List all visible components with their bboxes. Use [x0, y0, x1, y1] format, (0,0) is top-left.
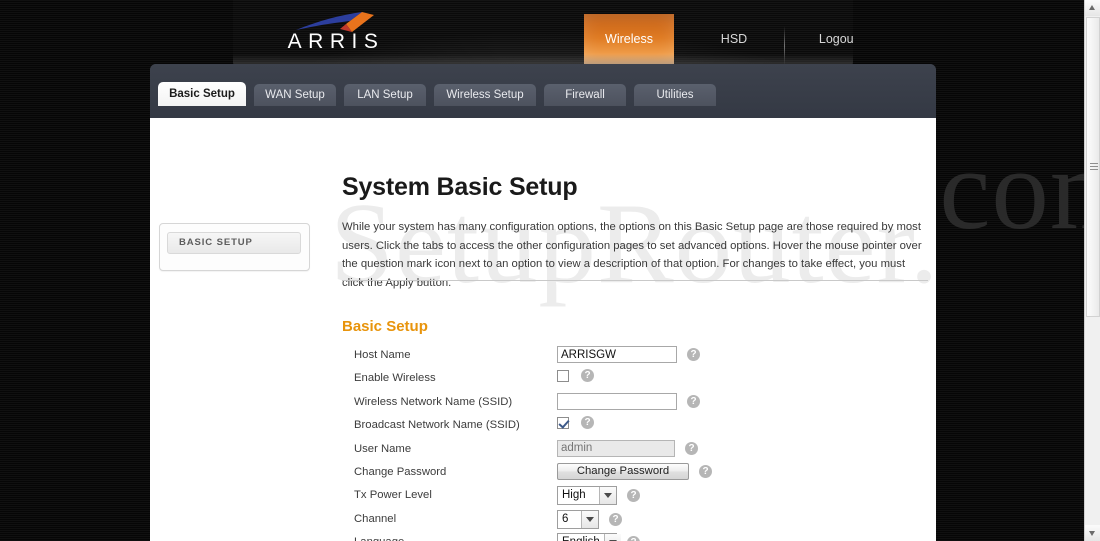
- help-icon-channel[interactable]: ?: [609, 512, 622, 526]
- form-row: User Name?: [340, 439, 936, 463]
- scroll-down-arrow-icon[interactable]: [1085, 525, 1100, 541]
- sidebar-item-basic-setup[interactable]: BASIC SETUP: [167, 232, 301, 254]
- label-change-password: Change Password: [354, 465, 447, 478]
- help-icon-tx-power-level[interactable]: ?: [627, 489, 640, 503]
- config-window: Basic Setup WAN Setup LAN Setup Wireless Se…: [150, 64, 936, 541]
- label-host-name: Host Name: [354, 349, 411, 361]
- control-wrap: ?: [557, 416, 594, 430]
- label-broadcast-network-name-ssid: Broadcast Network Name (SSID): [354, 419, 520, 432]
- tab-strip: Basic Setup WAN Setup LAN Setup Wireless Se…: [150, 64, 936, 118]
- tab-basic-setup[interactable]: Basic Setup: [158, 82, 246, 106]
- page-description: While your system has many configuration…: [342, 221, 922, 289]
- arris-wordmark: ARRIS: [287, 30, 385, 53]
- page-root: SetupRouter.com ARRIS WirelessHSDLogout …: [0, 0, 1100, 541]
- form-row: Channel 6?: [340, 509, 936, 533]
- help-icon-language[interactable]: ?: [627, 536, 640, 541]
- nav-separator: [784, 26, 785, 66]
- label-wireless-network-name-ssid: Wireless Network Name (SSID): [354, 395, 513, 408]
- form-row: Enable Wireless?: [340, 369, 936, 392]
- tab-wan-setup[interactable]: WAN Setup: [254, 84, 336, 106]
- chevron-down-icon[interactable]: [581, 510, 598, 528]
- help-icon-wireless-network-name-ssid[interactable]: ?: [687, 394, 700, 408]
- topnav-item-wireless[interactable]: Wireless: [584, 14, 674, 68]
- topnav-item-logout[interactable]: Logout: [798, 14, 853, 68]
- page-title: System Basic Setup: [342, 173, 578, 201]
- chevron-down-icon[interactable]: [599, 487, 616, 505]
- select-value: English: [558, 534, 604, 541]
- basic-setup-form: Host Name?Enable Wireless?Wireless Netwo…: [340, 346, 936, 541]
- input-user-name: [557, 439, 675, 457]
- select-tx-power-level[interactable]: High: [557, 486, 617, 506]
- control-wrap: English?: [557, 533, 640, 541]
- tab-utilities[interactable]: Utilities: [634, 84, 716, 106]
- control-wrap: ?: [557, 369, 594, 383]
- scrollbar-thumb[interactable]: [1086, 17, 1100, 317]
- form-row: Broadcast Network Name (SSID)?: [340, 416, 936, 439]
- chevron-down-icon[interactable]: [603, 534, 621, 541]
- arris-logo: ARRIS: [258, 10, 408, 58]
- help-icon-change-password[interactable]: ?: [699, 464, 712, 478]
- button-change-password[interactable]: Change Password: [557, 462, 689, 480]
- site-header: ARRIS Wireless HSD Logout: [233, 0, 853, 68]
- form-row: Change Password Change Password?: [340, 462, 936, 486]
- select-value: High: [562, 489, 586, 502]
- label-user-name: User Name: [354, 442, 412, 455]
- label-channel: Channel: [354, 512, 397, 525]
- control-wrap: 6?: [557, 509, 622, 529]
- label-language: Language: [354, 536, 404, 541]
- help-icon-user-name[interactable]: ?: [685, 441, 698, 455]
- input-wireless-network-name-ssid[interactable]: [557, 392, 677, 410]
- form-row: Host Name?: [340, 346, 936, 369]
- select-value: 6: [562, 512, 569, 525]
- label-tx-power-level: Tx Power Level: [354, 489, 432, 502]
- control-wrap: ?: [557, 392, 700, 410]
- content-panel: SetupRouter.com BASIC SETUP System Basic…: [150, 118, 936, 541]
- label-enable-wireless: Enable Wireless: [354, 372, 436, 385]
- select-channel[interactable]: 6: [557, 509, 599, 529]
- section-title: Basic Setup: [342, 318, 428, 335]
- help-icon-broadcast-network-name-ssid[interactable]: ?: [581, 416, 594, 430]
- scrollbar-grip-icon: [1090, 163, 1098, 170]
- section-divider: [342, 280, 928, 281]
- form-row: Wireless Network Name (SSID)?: [340, 392, 936, 416]
- tab-lan-setup[interactable]: LAN Setup: [344, 84, 426, 106]
- control-wrap: ?: [557, 346, 700, 363]
- select-language[interactable]: English: [557, 533, 621, 541]
- checkbox-broadcast-network-name-ssid[interactable]: [557, 416, 569, 429]
- control-wrap: High?: [557, 486, 640, 506]
- vertical-scrollbar[interactable]: [1084, 0, 1100, 541]
- tab-firewall[interactable]: Firewall: [544, 84, 626, 106]
- control-wrap: Change Password?: [557, 462, 712, 480]
- help-icon-host-name[interactable]: ?: [687, 348, 700, 361]
- scroll-up-arrow-icon[interactable]: [1085, 0, 1100, 16]
- main-content: System Basic Setup While your system has…: [340, 118, 936, 541]
- tab-wireless-setup[interactable]: Wireless Setup: [434, 84, 536, 106]
- input-host-name[interactable]: [557, 346, 677, 363]
- control-wrap: ?: [557, 439, 698, 457]
- help-icon-enable-wireless[interactable]: ?: [581, 369, 594, 383]
- topnav-item-hsd[interactable]: HSD: [698, 14, 770, 68]
- form-row: Language English?: [340, 533, 936, 541]
- sidebar-panel: BASIC SETUP: [159, 223, 310, 271]
- form-row: Tx Power Level High?: [340, 486, 936, 509]
- sidebar-item-label: BASIC SETUP: [179, 237, 253, 248]
- checkbox-enable-wireless[interactable]: [557, 369, 569, 382]
